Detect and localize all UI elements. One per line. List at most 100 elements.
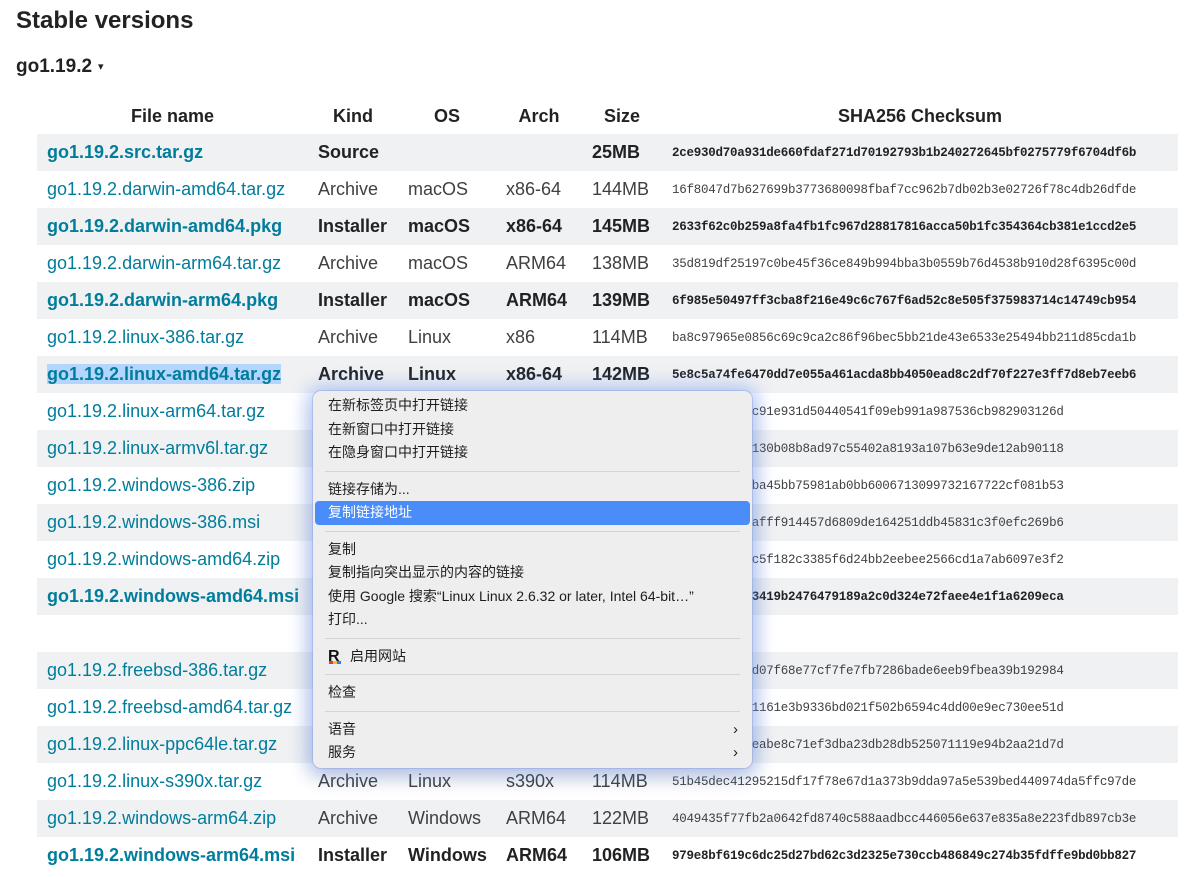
table-row: go1.19.2.linux-s390x.tar.gz Archive Linux s… bbox=[37, 763, 1178, 800]
menu-item-label: 链接存储为... bbox=[328, 480, 410, 497]
download-link[interactable]: go1.19.2.windows-amd64.msi bbox=[47, 586, 299, 606]
cell-file-name: go1.19.2.linux-s390x.tar.gz bbox=[37, 763, 308, 800]
version-label: go1.19.2 bbox=[16, 56, 93, 77]
menu-item-label: 启用网站 bbox=[350, 647, 406, 664]
download-link[interactable]: go1.19.2.linux-ppc64le.tar.gz bbox=[47, 734, 277, 754]
menu-item-open-in-new-window[interactable]: 在新窗口中打开链接 bbox=[315, 418, 750, 442]
cell-kind: Installer bbox=[308, 282, 398, 319]
cell-file-name: go1.19.2.windows-amd64.zip bbox=[37, 541, 308, 578]
menu-item-enable-site[interactable]: R 启用网站 bbox=[315, 645, 750, 669]
cell-file-name: go1.19.2.freebsd-386.tar.gz bbox=[37, 652, 308, 689]
menu-item-save-link-as[interactable]: 链接存储为... bbox=[315, 478, 750, 502]
caret-down-icon: ▾ bbox=[98, 61, 104, 73]
download-link[interactable]: go1.19.2.windows-arm64.msi bbox=[47, 845, 295, 865]
version-toggle[interactable]: go1.19.2 ▾ bbox=[16, 54, 104, 80]
cell-file-name: go1.19.2.linux-386.tar.gz bbox=[37, 319, 308, 356]
download-link[interactable]: go1.19.2.linux-amd64.tar.gz bbox=[47, 364, 282, 384]
download-link[interactable]: go1.19.2.linux-armv6l.tar.gz bbox=[47, 438, 268, 458]
table-header-row: File name Kind OS Arch Size SHA256 Checksum bbox=[37, 98, 1178, 134]
menu-item-copy[interactable]: 复制 bbox=[315, 538, 750, 562]
cell-os: Windows bbox=[398, 800, 496, 837]
download-link[interactable]: go1.19.2.freebsd-386.tar.gz bbox=[47, 660, 267, 680]
download-link[interactable]: go1.19.2.windows-386.zip bbox=[47, 475, 255, 495]
cell-kind: Source bbox=[308, 134, 398, 171]
cell-size: 138MB bbox=[592, 253, 650, 273]
download-link[interactable]: go1.19.2.darwin-amd64.pkg bbox=[47, 216, 282, 236]
table-row: go1.19.2.darwin-amd64.pkg Installer macOS x… bbox=[37, 208, 1178, 245]
cell-checksum: ba8c97965e0856c69c9ca2c86f96bec5bb21de43… bbox=[672, 330, 1137, 345]
cell-os: Linux bbox=[408, 327, 452, 347]
cell-size: 25MB bbox=[582, 134, 662, 171]
menu-item-services[interactable]: 服务 › bbox=[315, 741, 750, 765]
cell-os: Linux bbox=[398, 356, 496, 393]
download-link[interactable]: go1.19.2.linux-arm64.tar.gz bbox=[47, 401, 265, 421]
menu-item-label: 语音 bbox=[328, 720, 356, 737]
cell-kind: Archive bbox=[318, 327, 379, 347]
page-heading: Stable versions bbox=[16, 7, 194, 34]
cell-checksum: 16f8047d7b627699b3773680098fbaf7cc962b7d… bbox=[672, 182, 1137, 197]
cell-file-name: go1.19.2.windows-arm64.zip bbox=[37, 800, 308, 837]
cell-checksum: 35d819df25197c0be45f36ce849b994bba3b0559… bbox=[672, 256, 1137, 271]
menu-item-copy-link-to-highlight[interactable]: 复制指向突出显示的内容的链接 bbox=[315, 561, 750, 585]
cell-file-name: go1.19.2.linux-armv6l.tar.gz bbox=[37, 430, 308, 467]
header-arch: Arch bbox=[518, 105, 560, 126]
menu-item-speech[interactable]: 语音 › bbox=[315, 718, 750, 742]
cell-arch: ARM64 bbox=[496, 800, 582, 837]
cell-size: 139MB bbox=[582, 282, 662, 319]
download-link[interactable]: go1.19.2.darwin-arm64.pkg bbox=[47, 290, 278, 310]
table-row: go1.19.2.darwin-arm64.tar.gz Archive macOS… bbox=[37, 245, 1178, 282]
cell-file-name: go1.19.2.darwin-arm64.tar.gz bbox=[37, 245, 308, 282]
menu-item-search-google[interactable]: 使用 Google 搜索“Linux Linux 2.6.32 or later… bbox=[315, 585, 750, 609]
menu-item-label: 在新标签页中打开链接 bbox=[328, 397, 468, 413]
menu-separator bbox=[325, 674, 740, 675]
cell-file-name: go1.19.2.linux-amd64.tar.gz bbox=[37, 356, 308, 393]
cell-checksum: 6f985e50497ff3cba8f216e49c6c767f6ad52c8e… bbox=[662, 282, 1178, 319]
cell-file-name: go1.19.2.windows-386.zip bbox=[37, 467, 308, 504]
cell-file-name: go1.19.2.darwin-arm64.pkg bbox=[37, 282, 308, 319]
download-link[interactable]: go1.19.2.src.tar.gz bbox=[47, 142, 203, 162]
download-link[interactable]: go1.19.2.windows-arm64.zip bbox=[47, 808, 276, 828]
cell-os: macOS bbox=[398, 282, 496, 319]
chevron-right-icon: › bbox=[733, 744, 738, 761]
cell-file-name: go1.19.2.freebsd-amd64.tar.gz bbox=[37, 689, 308, 726]
menu-item-copy-link-address[interactable]: 复制链接地址 bbox=[315, 501, 750, 525]
download-link[interactable]: go1.19.2.darwin-amd64.tar.gz bbox=[47, 179, 285, 199]
cell-file-name: go1.19.2.darwin-amd64.tar.gz bbox=[37, 171, 308, 208]
download-link[interactable]: go1.19.2.windows-amd64.zip bbox=[47, 549, 280, 569]
cell-os: macOS bbox=[408, 179, 469, 199]
cell-file-name: go1.19.2.src.tar.gz bbox=[37, 134, 308, 171]
cell-file-name bbox=[37, 615, 308, 652]
menu-item-label: 在隐身窗口中打开链接 bbox=[328, 444, 468, 460]
context-menu: 在新标签页中打开链接 在新窗口中打开链接 在隐身窗口中打开链接 链接存储为... 复制链… bbox=[313, 391, 752, 768]
download-link[interactable]: go1.19.2.freebsd-amd64.tar.gz bbox=[47, 697, 292, 717]
header-file-name: File name bbox=[130, 105, 215, 126]
header-checksum: SHA256 Checksum bbox=[837, 105, 1003, 126]
menu-item-print[interactable]: 打印... bbox=[315, 608, 750, 632]
table-row: go1.19.2.darwin-arm64.pkg Installer macOS A… bbox=[37, 282, 1178, 319]
table-row: go1.19.2.src.tar.gz Source 25MB 2ce930d70a9… bbox=[37, 134, 1178, 171]
cell-file-name: go1.19.2.windows-386.msi bbox=[37, 504, 308, 541]
menu-item-label: 复制链接地址 bbox=[328, 504, 412, 520]
cell-arch: ARM64 bbox=[506, 845, 568, 865]
cell-arch: x86 bbox=[506, 327, 536, 347]
cell-kind: Archive bbox=[318, 771, 379, 791]
menu-item-label: 复制 bbox=[328, 540, 356, 557]
chevron-right-icon: › bbox=[733, 720, 738, 738]
download-link[interactable]: go1.19.2.windows-386.msi bbox=[47, 512, 260, 532]
menu-item-label: 在新窗口中打开链接 bbox=[328, 420, 454, 437]
cell-checksum: 979e8bf619c6dc25d27bd62c3d2325e730ccb486… bbox=[672, 848, 1137, 863]
download-link[interactable]: go1.19.2.linux-s390x.tar.gz bbox=[47, 771, 262, 791]
download-link[interactable]: go1.19.2.linux-386.tar.gz bbox=[47, 327, 244, 347]
cell-kind: Archive bbox=[318, 179, 379, 199]
download-link[interactable]: go1.19.2.darwin-arm64.tar.gz bbox=[47, 253, 281, 273]
cell-arch: x86-64 bbox=[496, 208, 582, 245]
menu-item-open-in-incognito[interactable]: 在隐身窗口中打开链接 bbox=[315, 441, 750, 465]
menu-separator bbox=[325, 710, 740, 712]
table-row: go1.19.2.windows-arm64.zip Archive Windows… bbox=[37, 800, 1178, 837]
menu-item-open-in-new-tab[interactable]: 在新标签页中打开链接 bbox=[315, 394, 750, 418]
cell-arch: x86-64 bbox=[496, 356, 582, 393]
cell-checksum: 2633f62c0b259a8fa4fb1fc967d28817816acca5… bbox=[662, 208, 1178, 245]
table-row: go1.19.2.windows-arm64.msi Installer Windo… bbox=[37, 837, 1178, 874]
menu-item-inspect[interactable]: 检查 bbox=[315, 681, 750, 705]
cell-os: macOS bbox=[408, 253, 469, 273]
